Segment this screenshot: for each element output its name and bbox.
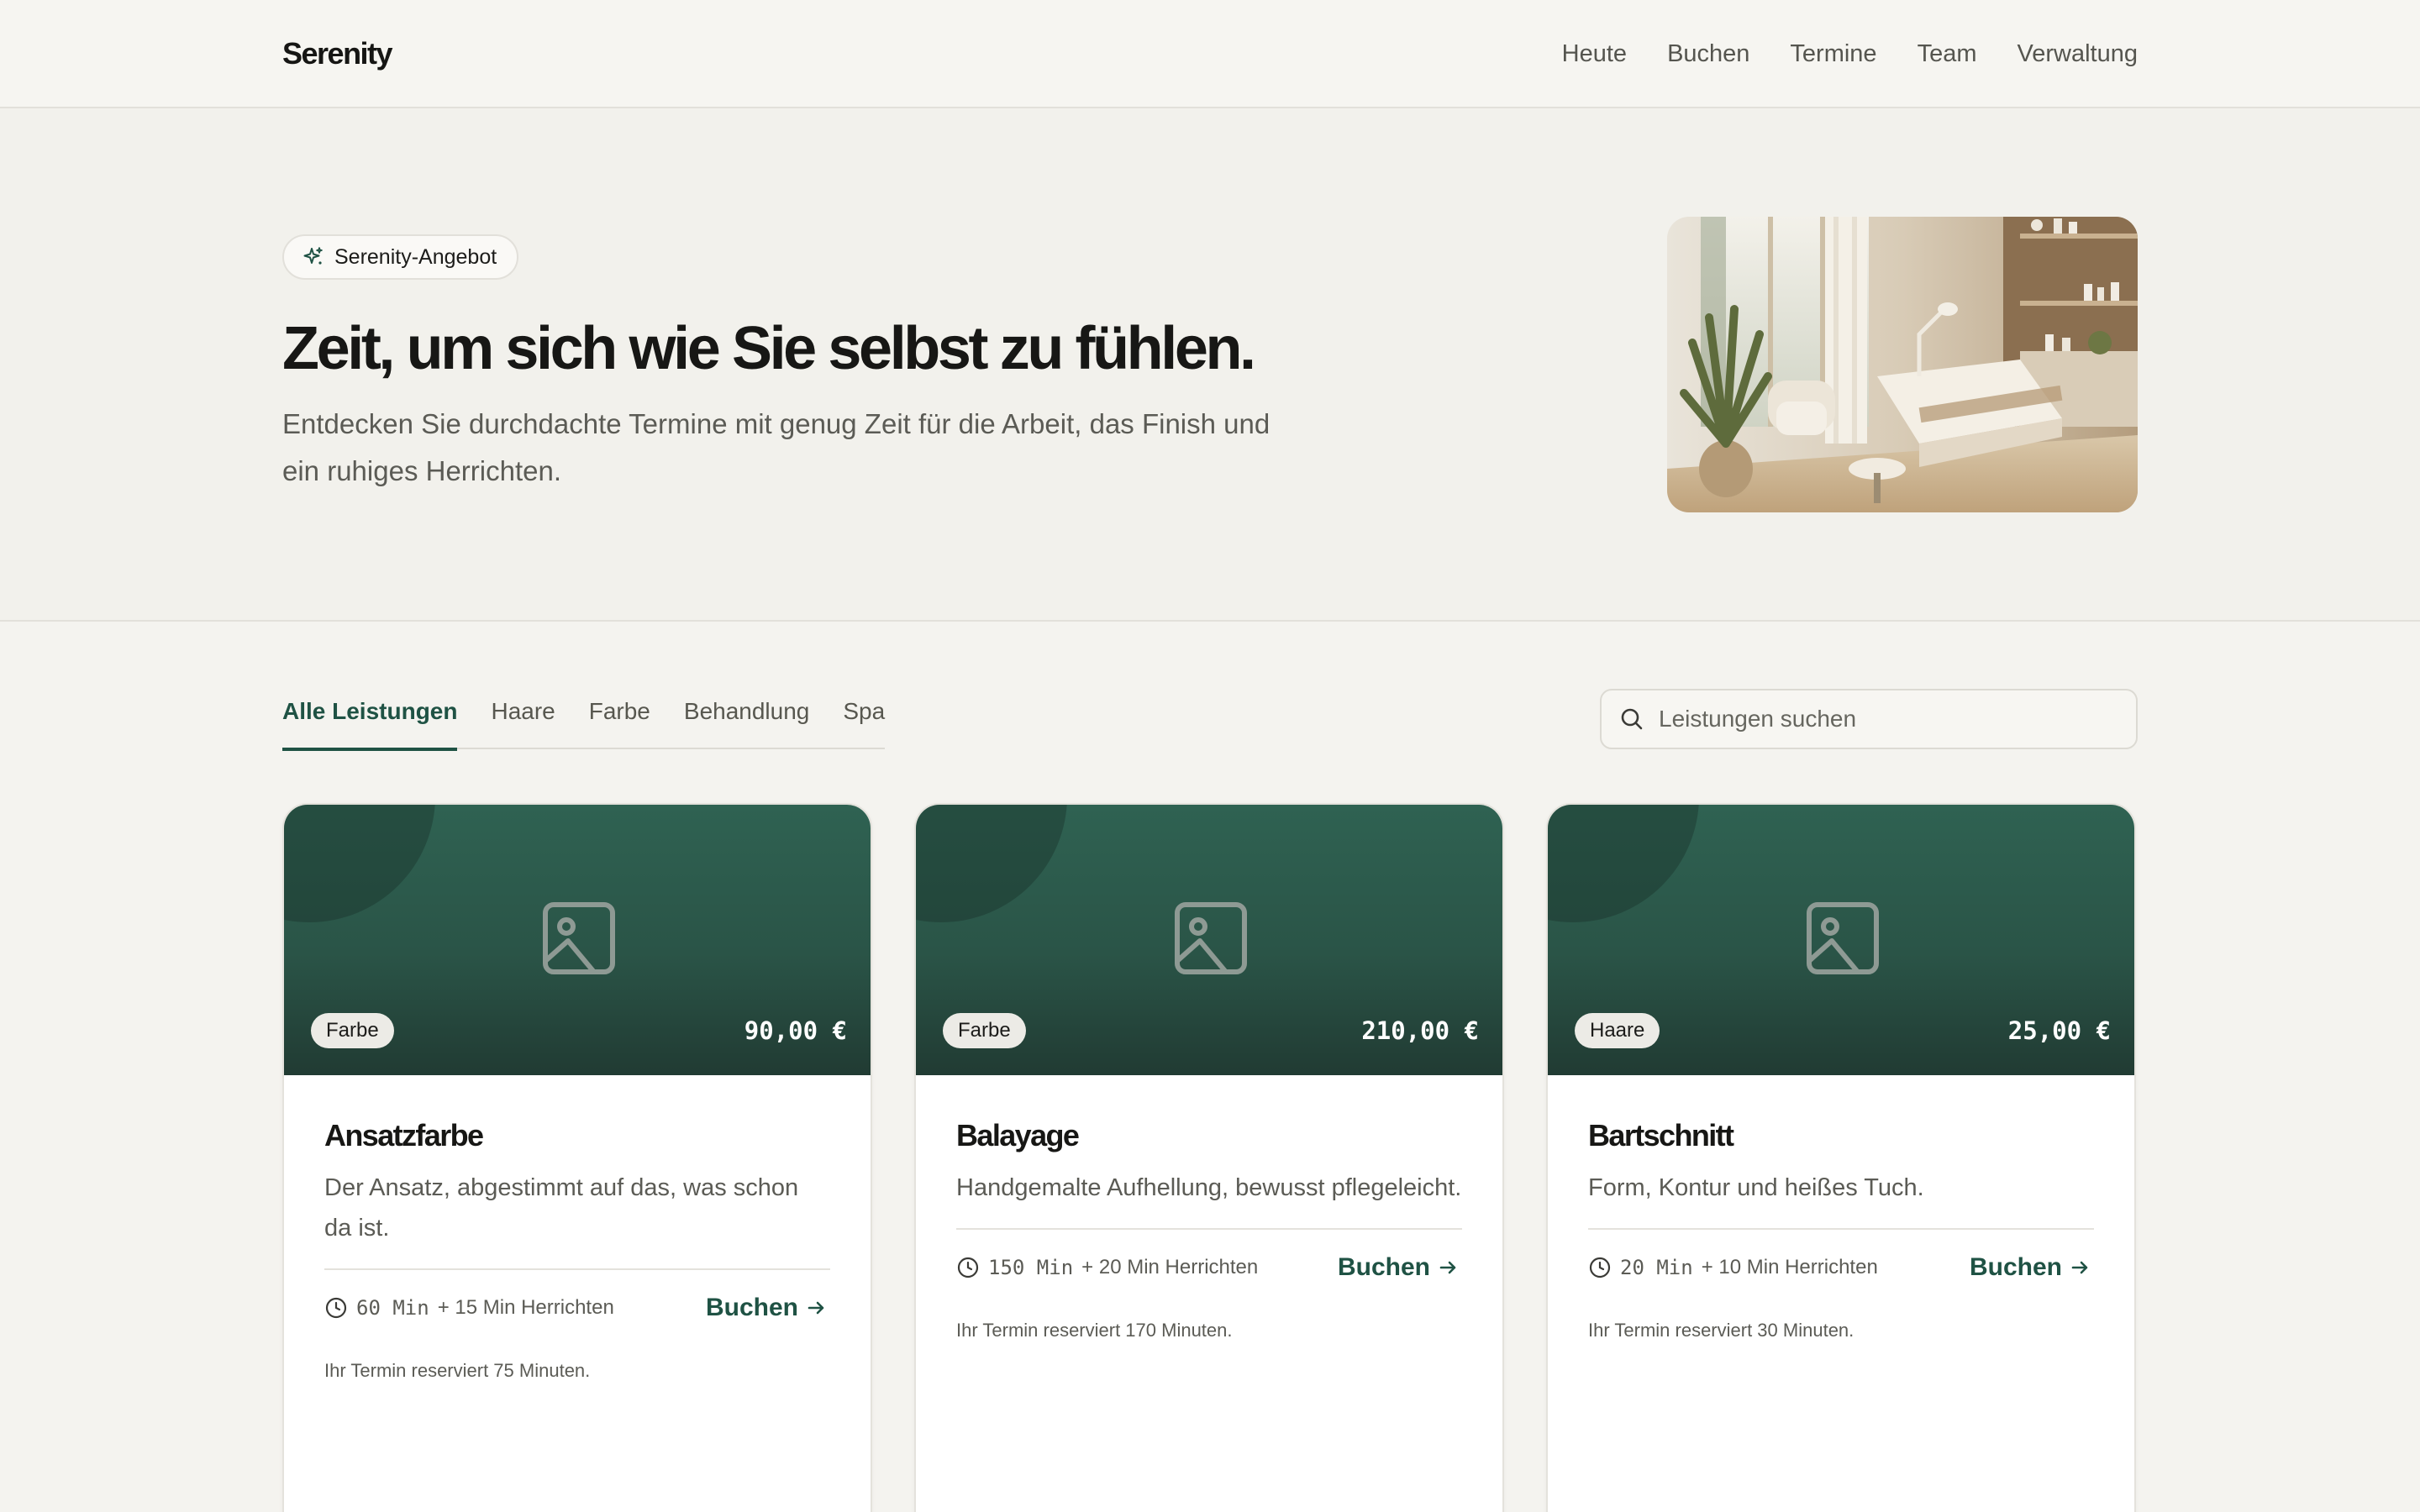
search-input[interactable] (1659, 706, 2112, 732)
card-divider (956, 1228, 1462, 1230)
prep-time: + 15 Min Herrichten (437, 1296, 614, 1319)
category-badge: Farbe (311, 1013, 394, 1048)
service-duration: 20 Min (1620, 1256, 1693, 1279)
clock-icon (1588, 1256, 1612, 1279)
main-nav: Heute Buchen Termine Team Verwaltung (1562, 34, 2138, 74)
service-image: Haare 25,00 € (1548, 805, 2134, 1075)
reservation-note: Ihr Termin reserviert 75 Minuten. (324, 1360, 591, 1381)
service-description: Form, Kontur und heißes Tuch. (1588, 1174, 1924, 1201)
book-button-label: Buchen (705, 1294, 798, 1321)
service-duration: 150 Min (988, 1256, 1074, 1279)
prep-time: + 20 Min Herrichten (1081, 1256, 1259, 1278)
image-placeholder-icon (1805, 900, 1881, 976)
top-navigation: Serenity Heute Buchen Termine Team Verwa… (0, 0, 2420, 108)
prep-time: + 10 Min Herrichten (1701, 1256, 1878, 1278)
service-title: Ansatzfarbe (324, 1118, 484, 1152)
book-button-label: Buchen (1337, 1253, 1430, 1281)
service-search[interactable] (1600, 689, 2138, 749)
service-duration: 60 Min (356, 1296, 429, 1320)
hero-title: Zeit, um sich wie Sie selbst zu fühlen. (282, 315, 1256, 382)
service-list: Farbe 90,00 € Ansatzfarbe Der Ansatz, ab… (282, 803, 2136, 1512)
image-placeholder-icon (541, 900, 617, 976)
reservation-note: Ihr Termin reserviert 30 Minuten. (1588, 1320, 1854, 1341)
nav-link-heute[interactable]: Heute (1562, 34, 1627, 74)
service-card[interactable]: Farbe 90,00 € Ansatzfarbe Der Ansatz, ab… (282, 803, 872, 1512)
card-divider (1588, 1228, 2094, 1230)
hero-image (1667, 217, 2138, 512)
offer-badge: Serenity-Angebot (282, 234, 519, 280)
tab-haare[interactable]: Haare (491, 689, 555, 749)
nav-link-buchen[interactable]: Buchen (1667, 34, 1749, 74)
category-badge: Farbe (943, 1013, 1026, 1048)
arrow-right-icon (2069, 1257, 2091, 1278)
category-tabs: Alle Leistungen Haare Farbe Behandlung S… (282, 689, 886, 751)
service-card[interactable]: Haare 25,00 € Bartschnitt Form, Kontur u… (1546, 803, 2136, 1512)
book-button-label: Buchen (1969, 1253, 2062, 1281)
nav-link-team[interactable]: Team (1918, 34, 1977, 74)
service-price: 210,00 € (1361, 1016, 1479, 1045)
nav-link-verwaltung[interactable]: Verwaltung (2018, 34, 2139, 74)
arrow-right-icon (1437, 1257, 1459, 1278)
brand-logo[interactable]: Serenity (282, 34, 393, 74)
service-title: Balayage (956, 1118, 1080, 1152)
clock-icon (324, 1296, 348, 1320)
service-card[interactable]: Farbe 210,00 € Balayage Handgemalte Aufh… (914, 803, 1504, 1512)
clock-icon (956, 1256, 980, 1279)
service-description: Handgemalte Aufhellung, bewusst pflegele… (956, 1174, 1462, 1201)
sparkle-icon (302, 246, 324, 268)
image-placeholder-icon (1173, 900, 1249, 976)
reservation-note: Ihr Termin reserviert 170 Minuten. (956, 1320, 1233, 1341)
service-price: 25,00 € (2007, 1016, 2111, 1045)
arrow-right-icon (805, 1297, 827, 1319)
book-button[interactable]: Buchen (1338, 1253, 1462, 1282)
book-button[interactable]: Buchen (706, 1294, 830, 1322)
service-image: Farbe 90,00 € (284, 805, 871, 1075)
hero-subtitle: Entdecken Sie durchdachte Termine mit ge… (282, 408, 1270, 486)
tab-farbe[interactable]: Farbe (589, 689, 650, 749)
service-image: Farbe 210,00 € (916, 805, 1502, 1075)
book-button[interactable]: Buchen (1970, 1253, 2094, 1282)
tab-spa[interactable]: Spa (843, 689, 885, 749)
service-description: Der Ansatz, abgestimmt auf das, was scho… (324, 1174, 799, 1242)
service-price: 90,00 € (744, 1016, 847, 1045)
search-icon (1618, 706, 1645, 732)
card-divider (324, 1268, 830, 1270)
nav-link-termine[interactable]: Termine (1790, 34, 1876, 74)
offer-badge-label: Serenity-Angebot (334, 244, 497, 269)
tab-alle-leistungen[interactable]: Alle Leistungen (282, 689, 458, 751)
service-title: Bartschnitt (1588, 1118, 1734, 1152)
hero-section: Serenity-Angebot Zeit, um sich wie Sie s… (0, 108, 2420, 622)
category-badge: Haare (1575, 1013, 1660, 1048)
tab-behandlung[interactable]: Behandlung (684, 689, 809, 749)
